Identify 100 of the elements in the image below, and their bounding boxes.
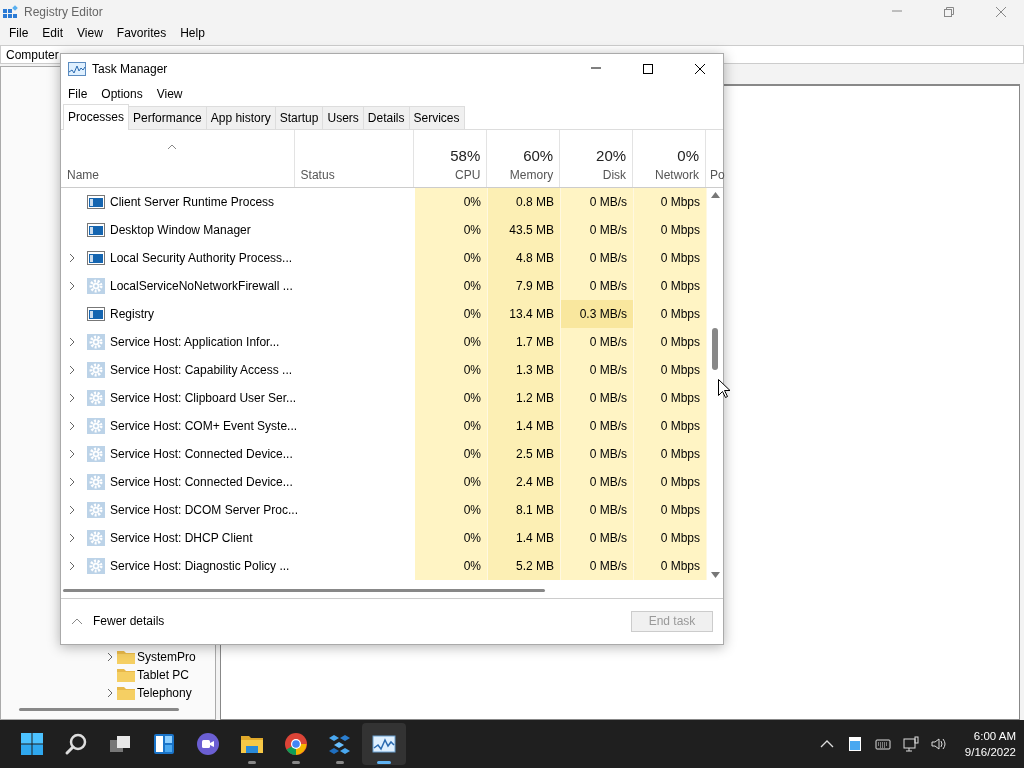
process-name[interactable]: Service Host: Clipboard User Ser...: [110, 390, 325, 405]
tree-item[interactable]: Tablet PC: [137, 668, 190, 682]
search-icon[interactable]: [64, 732, 88, 756]
process-name[interactable]: Service Host: Diagnostic Policy ...: [110, 558, 325, 573]
process-name[interactable]: Service Host: Connected Device...: [110, 446, 325, 461]
table-cell: 0 MB/s: [561, 327, 634, 356]
expand-icon[interactable]: [68, 392, 76, 403]
table-cell: 0 Mbps: [634, 495, 707, 524]
column-header[interactable]: Po: [706, 129, 723, 187]
table-cell: 0 MB/s: [561, 411, 634, 440]
tab[interactable]: Startup: [274, 105, 324, 129]
close-icon: [694, 62, 706, 75]
expand-icon[interactable]: [68, 420, 76, 431]
menu-item[interactable]: Favorites: [109, 26, 174, 40]
tab[interactable]: Details: [362, 105, 410, 129]
menu-item[interactable]: Help: [173, 26, 212, 40]
expand-icon[interactable]: [68, 532, 76, 543]
table-cell: 0 Mbps: [634, 215, 707, 244]
expand-icon[interactable]: [68, 280, 76, 291]
table-cell: 0 Mbps: [634, 187, 707, 216]
process-name[interactable]: Client Server Runtime Process: [110, 194, 325, 209]
process-name[interactable]: Service Host: Connected Device...: [110, 474, 325, 489]
menu-item[interactable]: View: [70, 26, 110, 40]
expand-icon[interactable]: [68, 252, 76, 263]
table-cell: 0 MB/s: [561, 355, 634, 384]
running-indicator: [292, 761, 300, 764]
scroll-up-icon[interactable]: [711, 191, 720, 198]
expand-icon[interactable]: [68, 476, 76, 487]
clock-date[interactable]: 9/16/2022: [964, 744, 1016, 760]
menu-item[interactable]: Options: [94, 86, 150, 101]
process-name[interactable]: Local Security Authority Process...: [110, 250, 325, 265]
expand-icon[interactable]: [105, 688, 115, 698]
chart-icon[interactable]: [372, 732, 396, 756]
volume-icon[interactable]: [930, 736, 947, 752]
network-icon[interactable]: [902, 736, 919, 752]
app-tray-icon[interactable]: [846, 736, 863, 752]
column-header[interactable]: Name: [61, 129, 295, 187]
cubes-icon[interactable]: [328, 732, 352, 756]
table-cell: 13.4 MB: [488, 299, 561, 328]
scrollbar-thumb[interactable]: [19, 708, 179, 711]
column-label: Disk: [602, 167, 627, 182]
tab[interactable]: Performance: [128, 105, 207, 129]
menu-item[interactable]: File: [2, 26, 36, 40]
windows-logo-icon[interactable]: [20, 732, 44, 756]
column-header[interactable]: 60% Memory: [487, 129, 561, 187]
table-cell: 8.1 MB: [488, 495, 561, 524]
maximize-icon: [642, 62, 654, 75]
tab[interactable]: Processes: [63, 103, 130, 130]
process-name[interactable]: Service Host: Capability Access ...: [110, 362, 325, 377]
column-header[interactable]: Status: [294, 129, 415, 187]
process-name[interactable]: Desktop Window Manager: [110, 222, 325, 237]
expand-icon[interactable]: [68, 336, 76, 347]
tab[interactable]: App history: [205, 105, 276, 129]
usage-percent: 20%: [596, 146, 627, 164]
fewer-details-button[interactable]: Fewer details: [71, 614, 165, 629]
table-cell: 5.2 MB: [488, 551, 561, 580]
clock-time[interactable]: 6:00 AM: [973, 728, 1016, 744]
process-name[interactable]: Service Host: DHCP Client: [110, 530, 325, 545]
window-title: Registry Editor: [24, 4, 103, 19]
browser-icon[interactable]: [284, 732, 308, 756]
table-cell: 0%: [415, 243, 488, 272]
process-name[interactable]: Service Host: COM+ Event Syste...: [110, 418, 325, 433]
scroll-down-icon[interactable]: [711, 571, 720, 578]
table-cell: 1.4 MB: [488, 411, 561, 440]
column-header[interactable]: 0% Network: [633, 129, 706, 187]
window-icon: [87, 249, 105, 266]
gear-icon: [87, 473, 105, 490]
expand-icon[interactable]: [68, 448, 76, 459]
process-name[interactable]: Service Host: Application Infor...: [110, 334, 325, 349]
table-cell: 2.4 MB: [488, 467, 561, 496]
menu-item[interactable]: Edit: [35, 26, 71, 40]
usage-percent: 60%: [523, 146, 554, 164]
table-cell: 1.4 MB: [488, 523, 561, 552]
process-name[interactable]: Service Host: DCOM Server Proc...: [110, 502, 325, 517]
table-cell: 0%: [415, 439, 488, 468]
expand-icon[interactable]: [68, 364, 76, 375]
tree-item[interactable]: Telephony: [137, 686, 192, 700]
expand-icon[interactable]: [105, 652, 115, 662]
scrollbar-thumb[interactable]: [712, 327, 718, 370]
video-chat-icon[interactable]: [196, 732, 220, 756]
menu-item[interactable]: View: [149, 86, 190, 101]
table-cell: 1.3 MB: [488, 355, 561, 384]
column-header[interactable]: 58% CPU: [414, 129, 488, 187]
process-name[interactable]: Registry: [110, 306, 325, 321]
widgets-icon[interactable]: [152, 732, 176, 756]
table-cell: 0 MB/s: [561, 551, 634, 580]
keyboard-icon[interactable]: [874, 736, 891, 752]
tree-item[interactable]: SystemPro: [137, 650, 196, 664]
gear-icon: [87, 361, 105, 378]
address-text[interactable]: Computer: [6, 47, 59, 62]
column-header[interactable]: 20% Disk: [560, 129, 634, 187]
scrollbar-thumb[interactable]: [63, 589, 545, 593]
process-name[interactable]: LocalServiceNoNetworkFirewall ...: [110, 278, 325, 293]
taskbar-button[interactable]: [362, 723, 406, 765]
expand-icon[interactable]: [68, 560, 76, 571]
table-cell: 0 Mbps: [634, 271, 707, 300]
tab[interactable]: Services: [408, 105, 465, 129]
tab[interactable]: Users: [322, 105, 364, 129]
menu-item[interactable]: File: [61, 86, 95, 101]
expand-icon[interactable]: [68, 504, 76, 515]
